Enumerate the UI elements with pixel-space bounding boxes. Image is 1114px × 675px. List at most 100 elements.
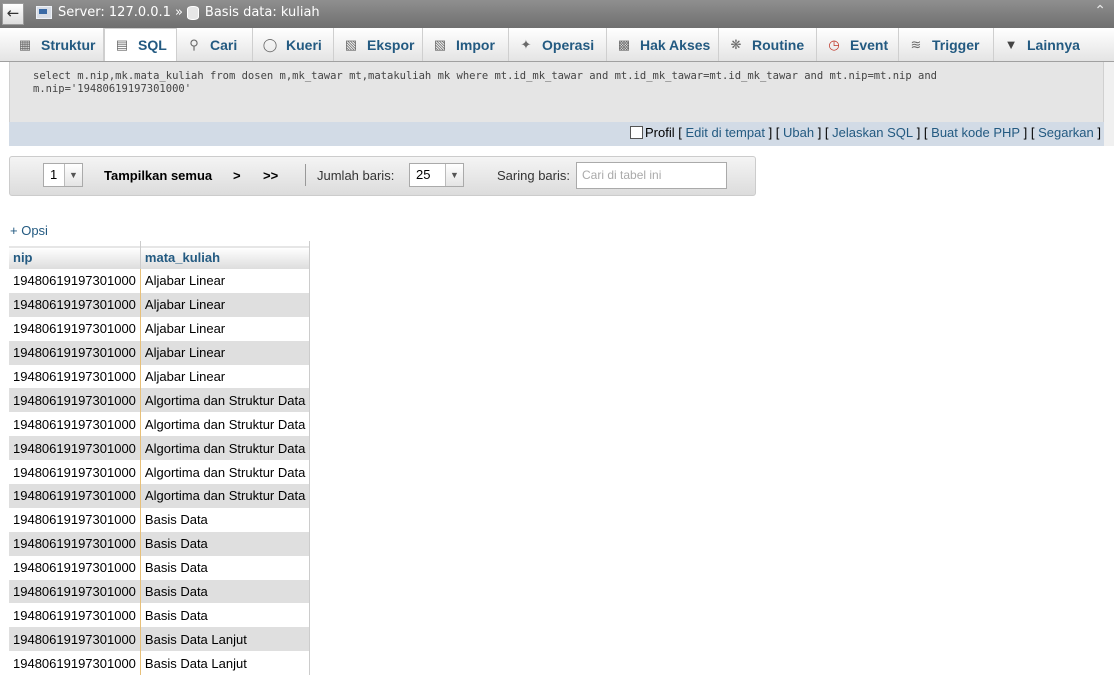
profile-label: Profil	[644, 125, 675, 140]
rows-per-page-select[interactable]: 25 ▼	[409, 163, 464, 187]
table-row[interactable]: 19480619197301000 Algortima dan Struktur …	[9, 388, 311, 413]
cell-nip[interactable]: 19480619197301000	[9, 412, 141, 437]
cell-mata-kuliah[interactable]: Basis Data Lanjut	[140, 651, 311, 675]
sql-scrollbar[interactable]	[1104, 62, 1114, 146]
cell-mata-kuliah[interactable]: Aljabar Linear	[140, 340, 311, 365]
cell-nip[interactable]: 19480619197301000	[9, 531, 141, 556]
table-row[interactable]: 19480619197301000 Algortima dan Struktur …	[9, 412, 311, 437]
cell-mata-kuliah[interactable]: Basis Data	[140, 531, 311, 556]
cell-nip[interactable]: 19480619197301000	[9, 603, 141, 628]
tab-trigger[interactable]: ≋ Trigger	[899, 28, 994, 61]
cell-mata-kuliah[interactable]: Aljabar Linear	[140, 364, 311, 389]
cell-mata-kuliah[interactable]: Algortima dan Struktur Data	[140, 436, 311, 461]
cell-mata-kuliah[interactable]: Basis Data	[140, 603, 311, 628]
table-row[interactable]: 19480619197301000 Basis Data	[9, 579, 311, 604]
tab-kueri[interactable]: ◯ Kueri	[253, 28, 334, 61]
cell-mata-kuliah[interactable]: Algortima dan Struktur Data	[140, 460, 311, 485]
cell-nip[interactable]: 19480619197301000	[9, 364, 141, 389]
cell-mata-kuliah[interactable]: Basis Data	[140, 579, 311, 604]
cell-nip[interactable]: 19480619197301000	[9, 627, 141, 652]
cell-mata-kuliah[interactable]: Aljabar Linear	[140, 316, 311, 341]
sql-query-box: select m.nip,mk.mata_kuliah from dosen m…	[9, 62, 1104, 122]
table-row[interactable]: 19480619197301000 Aljabar Linear	[9, 340, 311, 365]
cell-nip[interactable]: 19480619197301000	[9, 484, 141, 508]
table-row[interactable]: 19480619197301000 Aljabar Linear	[9, 292, 311, 317]
tab-routine[interactable]: ❋ Routine	[719, 28, 817, 61]
tab-hak-akses[interactable]: ▩ Hak Akses	[607, 28, 719, 61]
back-arrow-icon[interactable]: ←	[2, 3, 24, 25]
cell-nip[interactable]: 19480619197301000	[9, 651, 141, 675]
breadcrumb-server[interactable]: Server: 127.0.0.1	[58, 5, 171, 20]
tab-label: Lainnya	[1027, 36, 1080, 53]
tab-label: Trigger	[932, 36, 980, 53]
next-page-button[interactable]: >	[233, 168, 241, 183]
trigger-icon: ≋	[910, 36, 922, 52]
tab-event[interactable]: ◷ Event	[817, 28, 899, 61]
tab-label: Cari	[210, 36, 238, 53]
cell-nip[interactable]: 19480619197301000	[9, 292, 141, 317]
tab-operasi[interactable]: ✦ Operasi	[509, 28, 607, 61]
cell-nip[interactable]: 19480619197301000	[9, 507, 141, 532]
cell-mata-kuliah[interactable]: Algortima dan Struktur Data	[140, 484, 311, 508]
cell-nip[interactable]: 19480619197301000	[9, 555, 141, 580]
column-header-mata-kuliah[interactable]: mata_kuliah	[140, 241, 311, 269]
rows-label: Jumlah baris:	[317, 168, 395, 183]
tab-lainnya[interactable]: ▼ Lainnya	[994, 28, 1090, 61]
show-all-button[interactable]: Tampilkan semua	[104, 168, 212, 183]
tab-label: Ekspor	[367, 36, 415, 53]
table-row[interactable]: 19480619197301000 Basis Data	[9, 555, 311, 580]
table-row[interactable]: 19480619197301000 Aljabar Linear	[9, 364, 311, 389]
table-row[interactable]: 19480619197301000 Basis Data Lanjut	[9, 627, 311, 652]
page-select[interactable]: 1 ▼	[43, 163, 83, 187]
table-row[interactable]: 19480619197301000 Aljabar Linear	[9, 269, 311, 293]
rows-value: 25	[416, 167, 431, 182]
table-row[interactable]: 19480619197301000 Basis Data Lanjut	[9, 651, 311, 675]
sql-query-text: select m.nip,mk.mata_kuliah from dosen m…	[33, 70, 1063, 96]
table-row[interactable]: 19480619197301000 Algortima dan Struktur …	[9, 484, 311, 508]
cell-nip[interactable]: 19480619197301000	[9, 579, 141, 604]
cell-nip[interactable]: 19480619197301000	[9, 460, 141, 485]
collapse-icon[interactable]: ⌃	[1094, 3, 1106, 19]
tab-struktur[interactable]: ▦ Struktur	[8, 28, 104, 61]
cell-mata-kuliah[interactable]: Basis Data	[140, 507, 311, 532]
cell-mata-kuliah[interactable]: Aljabar Linear	[140, 269, 311, 293]
column-header-nip[interactable]: nip	[9, 241, 141, 269]
tab-sql[interactable]: ▤ SQL	[104, 28, 177, 61]
breadcrumb-separator: »	[174, 5, 183, 20]
breadcrumb-database[interactable]: Basis data: kuliah	[205, 5, 320, 20]
cell-mata-kuliah[interactable]: Basis Data	[140, 555, 311, 580]
cell-mata-kuliah[interactable]: Algortima dan Struktur Data	[140, 412, 311, 437]
clock-icon: ◷	[828, 36, 840, 52]
cell-nip[interactable]: 19480619197301000	[9, 269, 141, 293]
result-navigation: 1 ▼ Tampilkan semua > >> Jumlah baris: 2…	[9, 156, 756, 196]
cell-mata-kuliah[interactable]: Basis Data Lanjut	[140, 627, 311, 652]
tab-impor[interactable]: ▧ Impor	[423, 28, 509, 61]
tab-label: SQL	[138, 37, 167, 53]
last-page-button[interactable]: >>	[263, 168, 278, 183]
table-row[interactable]: 19480619197301000 Basis Data	[9, 603, 311, 628]
explain-sql-link[interactable]: Jelaskan SQL	[832, 125, 913, 140]
tab-cari[interactable]: ⚲ Cari	[177, 28, 253, 61]
table-row[interactable]: 19480619197301000 Algortima dan Struktur …	[9, 436, 311, 461]
table-row[interactable]: 19480619197301000 Aljabar Linear	[9, 316, 311, 341]
cell-nip[interactable]: 19480619197301000	[9, 436, 141, 461]
cell-mata-kuliah[interactable]: Aljabar Linear	[140, 292, 311, 317]
edit-inline-link[interactable]: Edit di tempat	[685, 125, 765, 140]
tab-ekspor[interactable]: ▧ Ekspor	[334, 28, 423, 61]
table-row[interactable]: 19480619197301000 Basis Data	[9, 531, 311, 556]
chevron-down-icon: ▼	[64, 164, 82, 186]
create-php-code-link[interactable]: Buat kode PHP	[931, 125, 1020, 140]
table-row[interactable]: 19480619197301000 Algortima dan Struktur …	[9, 460, 311, 485]
filter-rows-input[interactable]: Cari di tabel ini	[576, 162, 727, 189]
refresh-link[interactable]: Segarkan	[1038, 125, 1094, 140]
sql-icon: ▤	[115, 37, 129, 52]
cell-nip[interactable]: 19480619197301000	[9, 340, 141, 365]
cell-nip[interactable]: 19480619197301000	[9, 388, 141, 413]
cell-nip[interactable]: 19480619197301000	[9, 316, 141, 341]
profile-checkbox[interactable]	[629, 126, 643, 139]
table-row[interactable]: 19480619197301000 Basis Data	[9, 507, 311, 532]
edit-link[interactable]: Ubah	[783, 125, 814, 140]
options-toggle[interactable]: + Opsi	[10, 223, 48, 238]
cell-mata-kuliah[interactable]: Algortima dan Struktur Data	[140, 388, 311, 413]
sql-actions-bar: Profil [ Edit di tempat ] [ Ubah ] [ Jel…	[9, 122, 1104, 146]
